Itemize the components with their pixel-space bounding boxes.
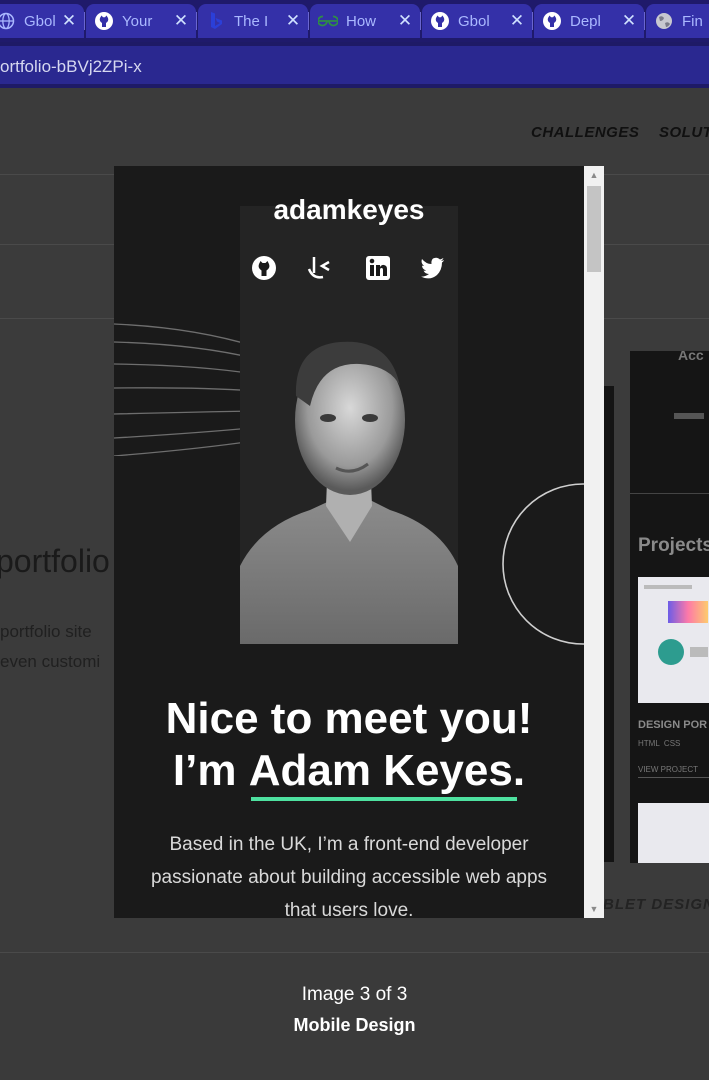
tab-separator bbox=[420, 12, 421, 30]
preview-projects-heading: Projects bbox=[638, 535, 709, 556]
close-icon[interactable]: ✕ bbox=[284, 11, 302, 31]
tab-separator bbox=[196, 12, 197, 30]
background-screenshot bbox=[604, 386, 614, 862]
tab-separator bbox=[84, 12, 85, 30]
project-thumbnail bbox=[638, 577, 709, 703]
tab-separator bbox=[644, 12, 645, 30]
bing-icon bbox=[206, 11, 226, 31]
tab-separator bbox=[532, 12, 533, 30]
github-icon bbox=[94, 11, 114, 31]
project-title: DESIGN POR bbox=[638, 719, 708, 731]
close-icon[interactable]: ✕ bbox=[60, 11, 78, 31]
desktop-preview-card: Acc Projects DESIGN POR HTML CSS VIEW PR… bbox=[630, 351, 709, 863]
browser-tab[interactable]: Gbol ✕ bbox=[422, 4, 533, 38]
browser-tab[interactable]: The I ✕ bbox=[198, 4, 309, 38]
close-icon[interactable]: ✕ bbox=[508, 11, 526, 31]
project-tags: HTML CSS bbox=[638, 739, 681, 748]
linkedin-icon[interactable] bbox=[364, 254, 392, 282]
project-thumbnail bbox=[638, 803, 709, 863]
close-icon[interactable]: ✕ bbox=[396, 11, 414, 31]
tab-label: Gbol bbox=[24, 12, 56, 30]
page-title: portfolio bbox=[0, 543, 110, 579]
page-description-line: even customi bbox=[0, 652, 101, 671]
hero-description: Based in the UK, I’m a front-end develop… bbox=[150, 834, 548, 918]
scroll-up-arrow-icon[interactable]: ▲ bbox=[584, 166, 604, 184]
github-icon bbox=[430, 11, 450, 31]
tab-label: Depl bbox=[570, 12, 601, 30]
tab-label: The I bbox=[234, 12, 269, 30]
browser-tab[interactable]: How ✕ bbox=[310, 4, 421, 38]
screen: Gbol ✕ Your ✕ The I ✕ How ✕ Gbol ✕ Depl … bbox=[0, 0, 709, 1080]
browser-tab[interactable]: Depl ✕ bbox=[534, 4, 645, 38]
browser-tab-bar: Gbol ✕ Your ✕ The I ✕ How ✕ Gbol ✕ Depl … bbox=[0, 0, 709, 42]
lightbox-image: adamkeyes Nice to meet you! I’m Adam Key… bbox=[114, 166, 584, 918]
tablet-design-label: BLET DESIGN bbox=[603, 896, 709, 913]
close-icon[interactable]: ✕ bbox=[172, 11, 190, 31]
globe-icon bbox=[654, 11, 674, 31]
github-icon bbox=[542, 11, 562, 31]
tab-label: How bbox=[346, 12, 377, 30]
decorative-ring bbox=[502, 483, 584, 645]
tab-label: Gbol bbox=[458, 12, 490, 30]
browser-tab[interactable]: Your ✕ bbox=[86, 4, 197, 38]
tab-label: Fin bbox=[682, 12, 703, 30]
twitter-icon[interactable] bbox=[419, 254, 447, 282]
tab-label: Your bbox=[122, 12, 153, 30]
name-underline bbox=[250, 797, 518, 801]
scroll-down-arrow-icon[interactable]: ▼ bbox=[584, 900, 604, 918]
lightbox-scrollbar[interactable]: ▲ ▼ bbox=[584, 166, 604, 918]
image-title: Mobile Design bbox=[293, 1015, 416, 1035]
frontend-mentor-icon[interactable] bbox=[306, 254, 334, 282]
globe-icon bbox=[0, 11, 16, 31]
hero-name: Adam Keyes. bbox=[248, 746, 526, 801]
tab-separator bbox=[308, 12, 309, 30]
view-project-link[interactable]: VIEW PROJECT bbox=[638, 765, 698, 774]
nav-challenges[interactable]: CHALLENGES bbox=[531, 124, 639, 141]
hero-headline-name-line: I’m Adam Keyes. bbox=[114, 746, 584, 801]
brand-logo: adamkeyes bbox=[273, 194, 425, 225]
divider bbox=[638, 777, 709, 778]
browser-tab[interactable]: Fin bbox=[646, 4, 709, 38]
url-text[interactable]: ortfolio-bBVj2ZPi-x bbox=[0, 57, 142, 77]
preview-text bbox=[674, 413, 704, 419]
image-counter: Image 3 of 3 bbox=[301, 984, 408, 1005]
github-icon[interactable] bbox=[250, 254, 278, 282]
preview-heading: Acc bbox=[678, 351, 704, 363]
hero-prefix: I’m bbox=[172, 746, 249, 795]
geeksforgeeks-icon bbox=[318, 11, 338, 31]
close-icon[interactable]: ✕ bbox=[620, 11, 638, 31]
divider bbox=[630, 493, 709, 494]
scrollbar-thumb[interactable] bbox=[587, 186, 601, 272]
page-description-line: portfolio site bbox=[0, 622, 92, 641]
browser-tab[interactable]: Gbol ✕ bbox=[0, 4, 85, 38]
nav-solutions[interactable]: SOLUT bbox=[659, 124, 709, 141]
hero-name-text: Adam Keyes. bbox=[248, 746, 526, 795]
hero-headline: Nice to meet you! bbox=[165, 694, 533, 743]
